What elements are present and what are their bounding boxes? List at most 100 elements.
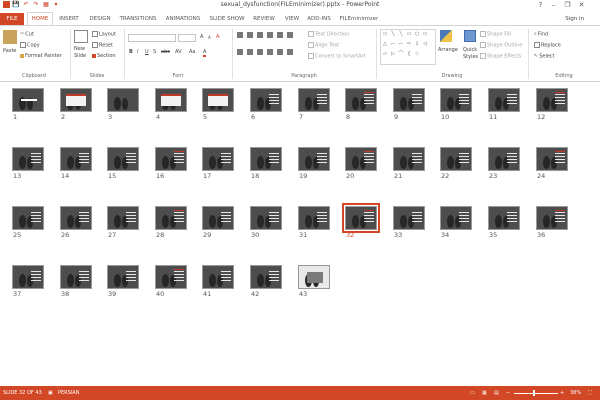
tab-animations[interactable]: ANIMATIONS <box>162 13 204 25</box>
shrink-font-button[interactable]: A <box>208 35 211 40</box>
shape-item[interactable]: ☆ <box>414 52 420 57</box>
grow-font-button[interactable]: A <box>200 34 203 40</box>
slide-thumbnail[interactable]: 19 <box>298 147 330 180</box>
font-name-combo[interactable] <box>128 34 176 42</box>
slide-thumbnail[interactable]: 43 <box>298 265 330 298</box>
slide-thumbnail[interactable]: 25 <box>12 206 44 239</box>
convert-smartart-button[interactable]: Convert to SmartArt <box>308 53 366 60</box>
slide-thumbnail[interactable]: 24 <box>536 147 568 180</box>
arrange-button[interactable]: Arrange <box>438 47 458 53</box>
zoom-in-button[interactable]: + <box>560 386 564 400</box>
shape-item[interactable]: ⇩ <box>414 42 420 47</box>
paste-button[interactable]: Paste <box>3 48 17 54</box>
tab-review[interactable]: REVIEW <box>250 13 278 25</box>
slide-thumbnail[interactable]: 21 <box>393 147 425 180</box>
layout-button[interactable]: Layout <box>92 31 116 38</box>
slide-thumbnail[interactable]: 40 <box>155 265 187 298</box>
slide-thumbnail[interactable]: 14 <box>60 147 92 180</box>
reset-button[interactable]: Reset <box>92 42 113 49</box>
minimize-button[interactable]: – <box>547 0 560 11</box>
slide-thumbnail[interactable]: 22 <box>440 147 472 180</box>
shape-effects-button[interactable]: Shape Effects <box>480 53 521 60</box>
slide-thumbnail[interactable]: 35 <box>488 206 520 239</box>
slide-thumbnail[interactable]: 23 <box>488 147 520 180</box>
slide-thumbnail[interactable]: 8 <box>345 88 377 121</box>
tab-file[interactable]: FILE <box>0 13 24 25</box>
list-buttons[interactable] <box>237 32 293 38</box>
normal-view-icon[interactable]: ▭ <box>470 386 475 400</box>
shape-item[interactable]: ○ <box>414 32 420 37</box>
zoom-out-button[interactable]: − <box>506 386 510 400</box>
shape-item[interactable]: ╲ <box>398 32 404 37</box>
cut-button[interactable]: ✂Cut <box>20 31 34 38</box>
slide-thumbnail[interactable]: 9 <box>393 88 425 121</box>
zoom-slider-track[interactable] <box>514 393 558 394</box>
select-button[interactable]: ↖Select <box>534 53 555 60</box>
zoom-level[interactable]: 38% <box>570 386 581 400</box>
tab-view[interactable]: VIEW <box>282 13 302 25</box>
shape-item[interactable]: ▱ <box>382 52 388 57</box>
underline-button[interactable]: U <box>145 49 149 55</box>
slide-thumbnail[interactable]: 30 <box>250 206 282 239</box>
tab-slide-show[interactable]: SLIDE SHOW <box>208 13 246 25</box>
tab-insert[interactable]: INSERT <box>56 13 82 25</box>
slide-thumbnail[interactable]: 39 <box>107 265 139 298</box>
strikethrough-button[interactable]: abc <box>161 49 170 55</box>
tab-transitions[interactable]: TRANSITIONS <box>118 13 158 25</box>
slide-thumbnail[interactable]: 32 <box>342 203 380 239</box>
quick-styles-button[interactable]: Quick <box>463 47 477 53</box>
slide-thumbnail[interactable]: 7 <box>298 88 330 121</box>
slide-thumbnail[interactable]: 29 <box>202 206 234 239</box>
shape-item[interactable]: ▭ <box>422 32 428 37</box>
slide-thumbnail[interactable]: 31 <box>298 206 330 239</box>
clear-formatting-button[interactable]: A <box>216 34 219 40</box>
shape-item[interactable]: { <box>406 52 412 57</box>
change-case-button[interactable]: Aa <box>189 49 195 55</box>
slide-sorter-pane[interactable]: 1 2 3 4 5 6 7 8 9 10 11 12 13 14 15 16 17 18 19 20 21 22 23 24 2… <box>0 82 600 386</box>
font-size-combo[interactable] <box>178 34 196 42</box>
shape-fill-button[interactable]: Shape Fill <box>480 31 511 38</box>
shape-item[interactable]: ⇨ <box>406 42 412 47</box>
format-painter-button[interactable]: Format Painter <box>20 53 62 59</box>
slide-thumbnail[interactable]: 41 <box>202 265 234 298</box>
slide-thumbnail[interactable]: 27 <box>107 206 139 239</box>
align-text-button[interactable]: Align Text <box>308 42 339 49</box>
shape-item[interactable]: ╲ <box>390 32 396 37</box>
slide-thumbnail[interactable]: 13 <box>12 147 44 180</box>
slide-thumbnail[interactable]: 33 <box>393 206 425 239</box>
copy-button[interactable]: Copy <box>20 42 40 49</box>
zoom-slider-thumb[interactable] <box>533 390 535 396</box>
slide-thumbnail[interactable]: 15 <box>107 147 139 180</box>
restore-button[interactable]: ❐ <box>561 0 574 11</box>
shape-item[interactable]: ▭ <box>382 32 388 37</box>
tab-add-ins[interactable]: ADD-INS <box>305 13 333 25</box>
slide-thumbnail[interactable]: 11 <box>488 88 520 121</box>
slide-thumbnail[interactable]: 6 <box>250 88 282 121</box>
shadow-button[interactable]: S <box>153 49 156 55</box>
find-button[interactable]: ⌕Find <box>534 31 548 38</box>
font-color-button[interactable]: A <box>203 49 207 57</box>
slide-thumbnail[interactable]: 26 <box>60 206 92 239</box>
slide-thumbnail[interactable]: 4 <box>155 88 187 121</box>
bold-button[interactable]: B <box>129 49 133 55</box>
shape-item[interactable]: △ <box>382 42 388 47</box>
character-spacing-button[interactable]: AV <box>175 49 182 55</box>
slide-thumbnail[interactable]: 12 <box>536 88 568 121</box>
close-button[interactable]: ✕ <box>575 0 588 11</box>
proofing-icon[interactable]: ▣ <box>48 386 53 400</box>
fit-to-window-icon[interactable]: ⛶ <box>588 386 592 400</box>
shape-item[interactable]: ⌐ <box>390 42 396 47</box>
slide-thumbnail[interactable]: 10 <box>440 88 472 121</box>
replace-button[interactable]: Replace <box>534 42 561 49</box>
shape-outline-button[interactable]: Shape Outline <box>480 42 522 49</box>
tab-design[interactable]: DESIGN <box>86 13 114 25</box>
tab-home[interactable]: HOME <box>27 12 53 25</box>
slide-thumbnail[interactable]: 17 <box>202 147 234 180</box>
slide-thumbnail[interactable]: 20 <box>345 147 377 180</box>
shape-item[interactable]: ◁ <box>422 42 428 47</box>
reading-view-icon[interactable]: ▤ <box>494 386 499 400</box>
shape-item[interactable]: ⌒ <box>398 52 404 57</box>
help-button[interactable]: ? <box>534 0 547 11</box>
slide-thumbnail[interactable]: 38 <box>60 265 92 298</box>
slide-thumbnail[interactable]: 5 <box>202 88 234 121</box>
